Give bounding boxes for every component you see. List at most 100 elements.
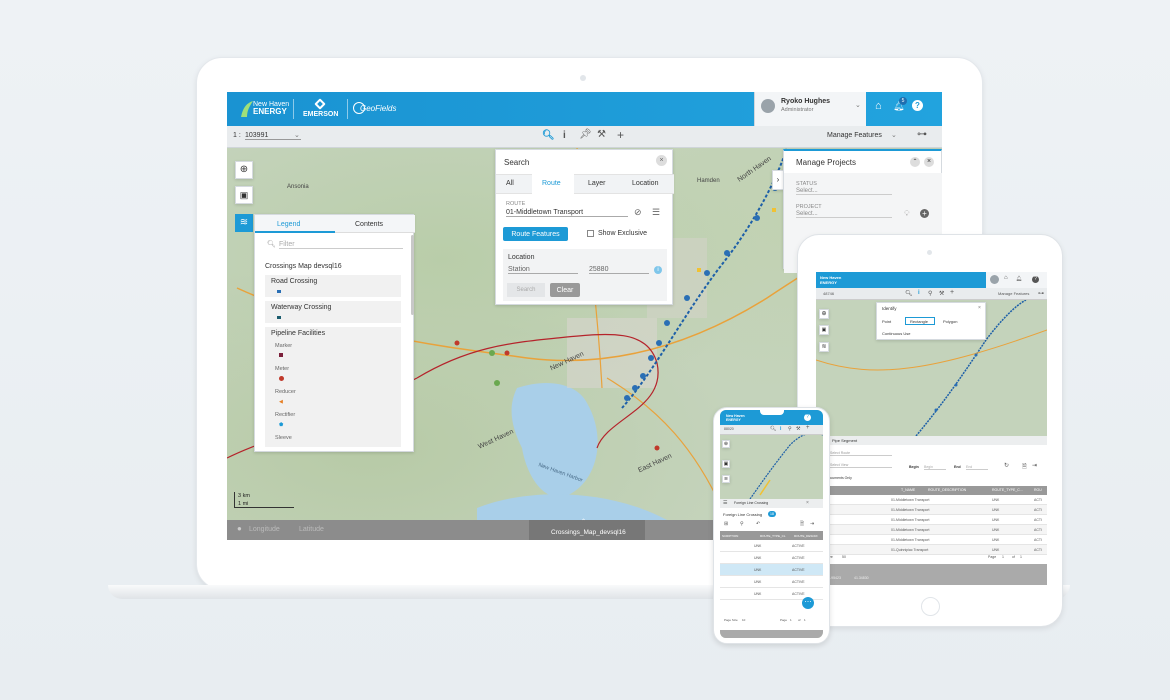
legend-group-pipeline[interactable]: Pipeline Facilities Marker Meter Reducer… xyxy=(265,327,401,447)
help-icon[interactable]: ? xyxy=(912,100,923,111)
info-icon[interactable]: i xyxy=(918,290,920,296)
hammer-icon[interactable]: ⚒ xyxy=(796,426,800,432)
table-row-selected[interactable]: UNK ACTIVE xyxy=(720,564,823,576)
hammer-icon[interactable]: ⚒ xyxy=(597,129,606,140)
add-icon[interactable]: + xyxy=(806,425,810,431)
legend-scrollbar[interactable] xyxy=(411,235,414,315)
tab-layer[interactable]: Layer xyxy=(588,180,606,187)
basemap-icon[interactable]: ▣ xyxy=(722,460,730,468)
phone-scale[interactable]: 88020 xyxy=(724,427,734,431)
tab-all[interactable]: All xyxy=(506,180,514,187)
close-icon[interactable]: × xyxy=(806,500,809,506)
document-icon[interactable]: 🗎 xyxy=(1022,462,1027,472)
tablet-scale[interactable]: 48746 xyxy=(823,291,834,296)
map-name-tab[interactable]: ⌃ Crossings_Map_devsql16 xyxy=(529,519,645,540)
page-size-select[interactable]: 50 xyxy=(842,555,846,559)
grid-panel-title[interactable]: Pipe Segment xyxy=(832,438,857,443)
show-exclusive-checkbox[interactable] xyxy=(587,230,594,237)
select-route[interactable]: Select Route xyxy=(830,451,892,456)
phone-panel-select[interactable]: Foreign Line Crossing xyxy=(734,501,768,505)
close-icon[interactable]: × xyxy=(978,305,981,311)
location-type-select[interactable]: Station xyxy=(508,266,578,274)
pin-icon[interactable]: 📌︎ xyxy=(579,129,592,140)
table-row[interactable]: UNK ACTIVE xyxy=(720,540,823,552)
fab-more-button[interactable]: ⋯ xyxy=(802,597,814,609)
column-header[interactable]: ROUTE_DESCRIPTION xyxy=(928,488,966,492)
column-header[interactable]: T_NAME xyxy=(901,488,915,492)
undo-icon[interactable]: ↶ xyxy=(756,521,760,527)
select-view[interactable]: Select View xyxy=(830,463,892,468)
route-select[interactable]: 01-Middletown Transport xyxy=(506,209,628,217)
legend-group-waterway[interactable]: Waterway Crossing xyxy=(265,301,401,323)
layers-icon[interactable]: ≋ xyxy=(722,475,730,483)
add-icon[interactable]: + xyxy=(617,128,624,142)
layers-icon[interactable]: ≋ xyxy=(235,214,253,232)
help-icon[interactable]: ? xyxy=(804,414,811,421)
export-icon[interactable]: ⇥ xyxy=(1032,462,1037,469)
search-button[interactable]: Search xyxy=(507,283,545,297)
hammer-icon[interactable]: ⚒ xyxy=(939,290,944,297)
locate-icon[interactable]: ⊕ xyxy=(819,309,829,319)
list-icon[interactable]: ☰ xyxy=(652,207,660,218)
column-header[interactable]: ROUTE_TYPE_C... xyxy=(992,488,1023,492)
page-size-select[interactable]: 10 xyxy=(742,618,745,622)
info-icon[interactable]: i xyxy=(780,426,781,432)
refresh-icon[interactable]: ↻ xyxy=(1004,462,1009,469)
pin-icon[interactable]: ⚲ xyxy=(788,426,792,432)
menu-icon[interactable]: ☰ xyxy=(723,500,727,506)
close-icon[interactable]: × xyxy=(656,155,667,166)
status-select[interactable]: Select... xyxy=(796,188,892,195)
home-icon[interactable]: ⌂ xyxy=(1004,275,1008,281)
search-icon[interactable]: 🔍︎ xyxy=(905,290,913,297)
lightbulb-icon[interactable]: 💡︎ xyxy=(904,209,910,219)
collapse-icon[interactable]: ⌃ xyxy=(910,157,920,167)
clear-button[interactable]: Clear xyxy=(550,283,580,297)
phone-map[interactable] xyxy=(720,435,823,499)
layers-icon[interactable]: ≋ xyxy=(819,342,829,352)
search-icon[interactable]: 🔍︎ xyxy=(770,426,776,432)
layout-icon[interactable]: ⊞ xyxy=(724,521,728,527)
locate-icon[interactable]: ⊕ xyxy=(722,440,730,448)
tablet-manage-features[interactable]: Manage Features xyxy=(998,291,1029,296)
continuous-use-checkbox[interactable]: Continuous Use xyxy=(882,331,910,336)
begin-input[interactable]: Begin xyxy=(924,465,946,470)
identify-polygon[interactable]: Polygon xyxy=(943,319,957,324)
identify-point[interactable]: Point xyxy=(882,319,891,324)
basemap-icon[interactable]: ▣ xyxy=(819,325,829,335)
table-row[interactable]: 01-Middletown Transport UNK ACTI xyxy=(816,515,1047,525)
bell-icon[interactable]: 🔔︎ xyxy=(1016,276,1022,282)
workflow-icon[interactable]: ⊶ xyxy=(917,129,927,140)
project-select[interactable]: Select... xyxy=(796,211,892,218)
column-header[interactable]: ROUTE_DESCRI xyxy=(794,534,818,538)
column-header[interactable]: ROUTE_TYPE_CL xyxy=(760,534,786,538)
tab-legend[interactable]: Legend xyxy=(277,221,300,228)
help-icon[interactable]: ? xyxy=(1032,276,1039,283)
pin-icon[interactable]: ⚲ xyxy=(928,290,932,297)
route-features-button[interactable]: Route Features xyxy=(503,227,568,241)
workflow-icon[interactable]: ⊶ xyxy=(1038,290,1044,297)
export-icon[interactable]: ⇥ xyxy=(810,521,814,527)
tab-location[interactable]: Location xyxy=(632,180,658,187)
home-icon[interactable]: ⌂ xyxy=(875,100,882,112)
info-icon[interactable]: i xyxy=(654,266,662,274)
table-row[interactable]: 01-Middletown Transport UNK ACTI xyxy=(816,525,1047,535)
table-row[interactable]: 01-Middletown Transport UNK ACTI xyxy=(816,495,1047,505)
user-menu[interactable]: Ryoko Hughes Administrator ⌄ xyxy=(754,92,866,126)
tab-contents[interactable]: Contents xyxy=(355,221,383,228)
identify-rectangle[interactable]: Rectangle xyxy=(905,317,935,325)
legend-group-road[interactable]: Road Crossing xyxy=(265,275,401,297)
page-input[interactable]: 1 xyxy=(1002,555,1004,559)
manage-features-dropdown[interactable]: Manage Features xyxy=(827,132,882,139)
basemap-icon[interactable]: ▣ xyxy=(235,186,253,204)
column-header[interactable]: SCRIPTION xyxy=(722,534,738,538)
filter-icon[interactable]: ⚲ xyxy=(740,521,744,527)
close-icon[interactable]: × xyxy=(924,157,934,167)
table-row[interactable]: 01-Middletown Transport UNK ACTI xyxy=(816,535,1047,545)
page-input[interactable]: 1 xyxy=(790,618,792,622)
clear-route-icon[interactable]: ⊘ xyxy=(634,207,642,218)
end-input[interactable]: End xyxy=(966,465,988,470)
document-icon[interactable]: 🗎 xyxy=(800,521,804,529)
scale-select[interactable]: 103991 xyxy=(245,132,301,140)
table-row[interactable]: UNK ACTIVE xyxy=(720,552,823,564)
table-row[interactable]: UNK ACTIVE xyxy=(720,576,823,588)
